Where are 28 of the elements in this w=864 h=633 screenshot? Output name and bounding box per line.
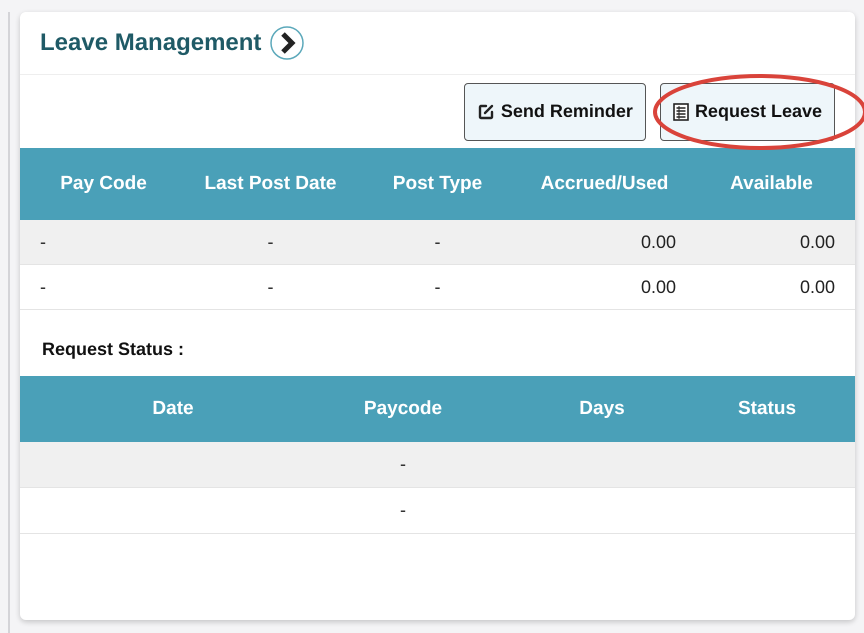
list-icon (672, 102, 689, 120)
edit-icon (476, 102, 495, 120)
table-cell-text: 0.00 (798, 276, 836, 298)
table-cell-text: 0.00 (640, 230, 677, 254)
table-cell-text: - (266, 276, 274, 298)
table-cell-text: - (266, 230, 274, 254)
column-header: Paycode (364, 396, 442, 421)
column-header: Available (730, 172, 813, 196)
column-header: Accrued/Used (540, 172, 668, 196)
column-header: Date (152, 396, 194, 421)
column-header: Days (579, 396, 625, 421)
column-header: Post Type (392, 172, 482, 196)
table-cell-text: - (39, 230, 47, 254)
column-header: Status (738, 396, 796, 421)
chevron-right-icon[interactable] (269, 25, 306, 61)
table-cell-text: - (434, 276, 442, 298)
table-cell-text: 0.00 (798, 230, 836, 254)
table-cell-text: 0.00 (640, 276, 677, 298)
column-header: Pay Code (60, 172, 147, 196)
table-cell-text: - (434, 230, 442, 254)
table-cell-text: - (400, 453, 406, 476)
table-cell-text: - (400, 499, 406, 522)
action-button[interactable]: Send Reminder (464, 82, 646, 140)
column-header: Last Post Date (204, 172, 336, 196)
table-cell-text: - (39, 276, 47, 298)
panel-title: Leave Management (40, 28, 262, 58)
section-label: Request Status : (42, 338, 184, 361)
action-button[interactable]: Request Leave (660, 82, 835, 140)
